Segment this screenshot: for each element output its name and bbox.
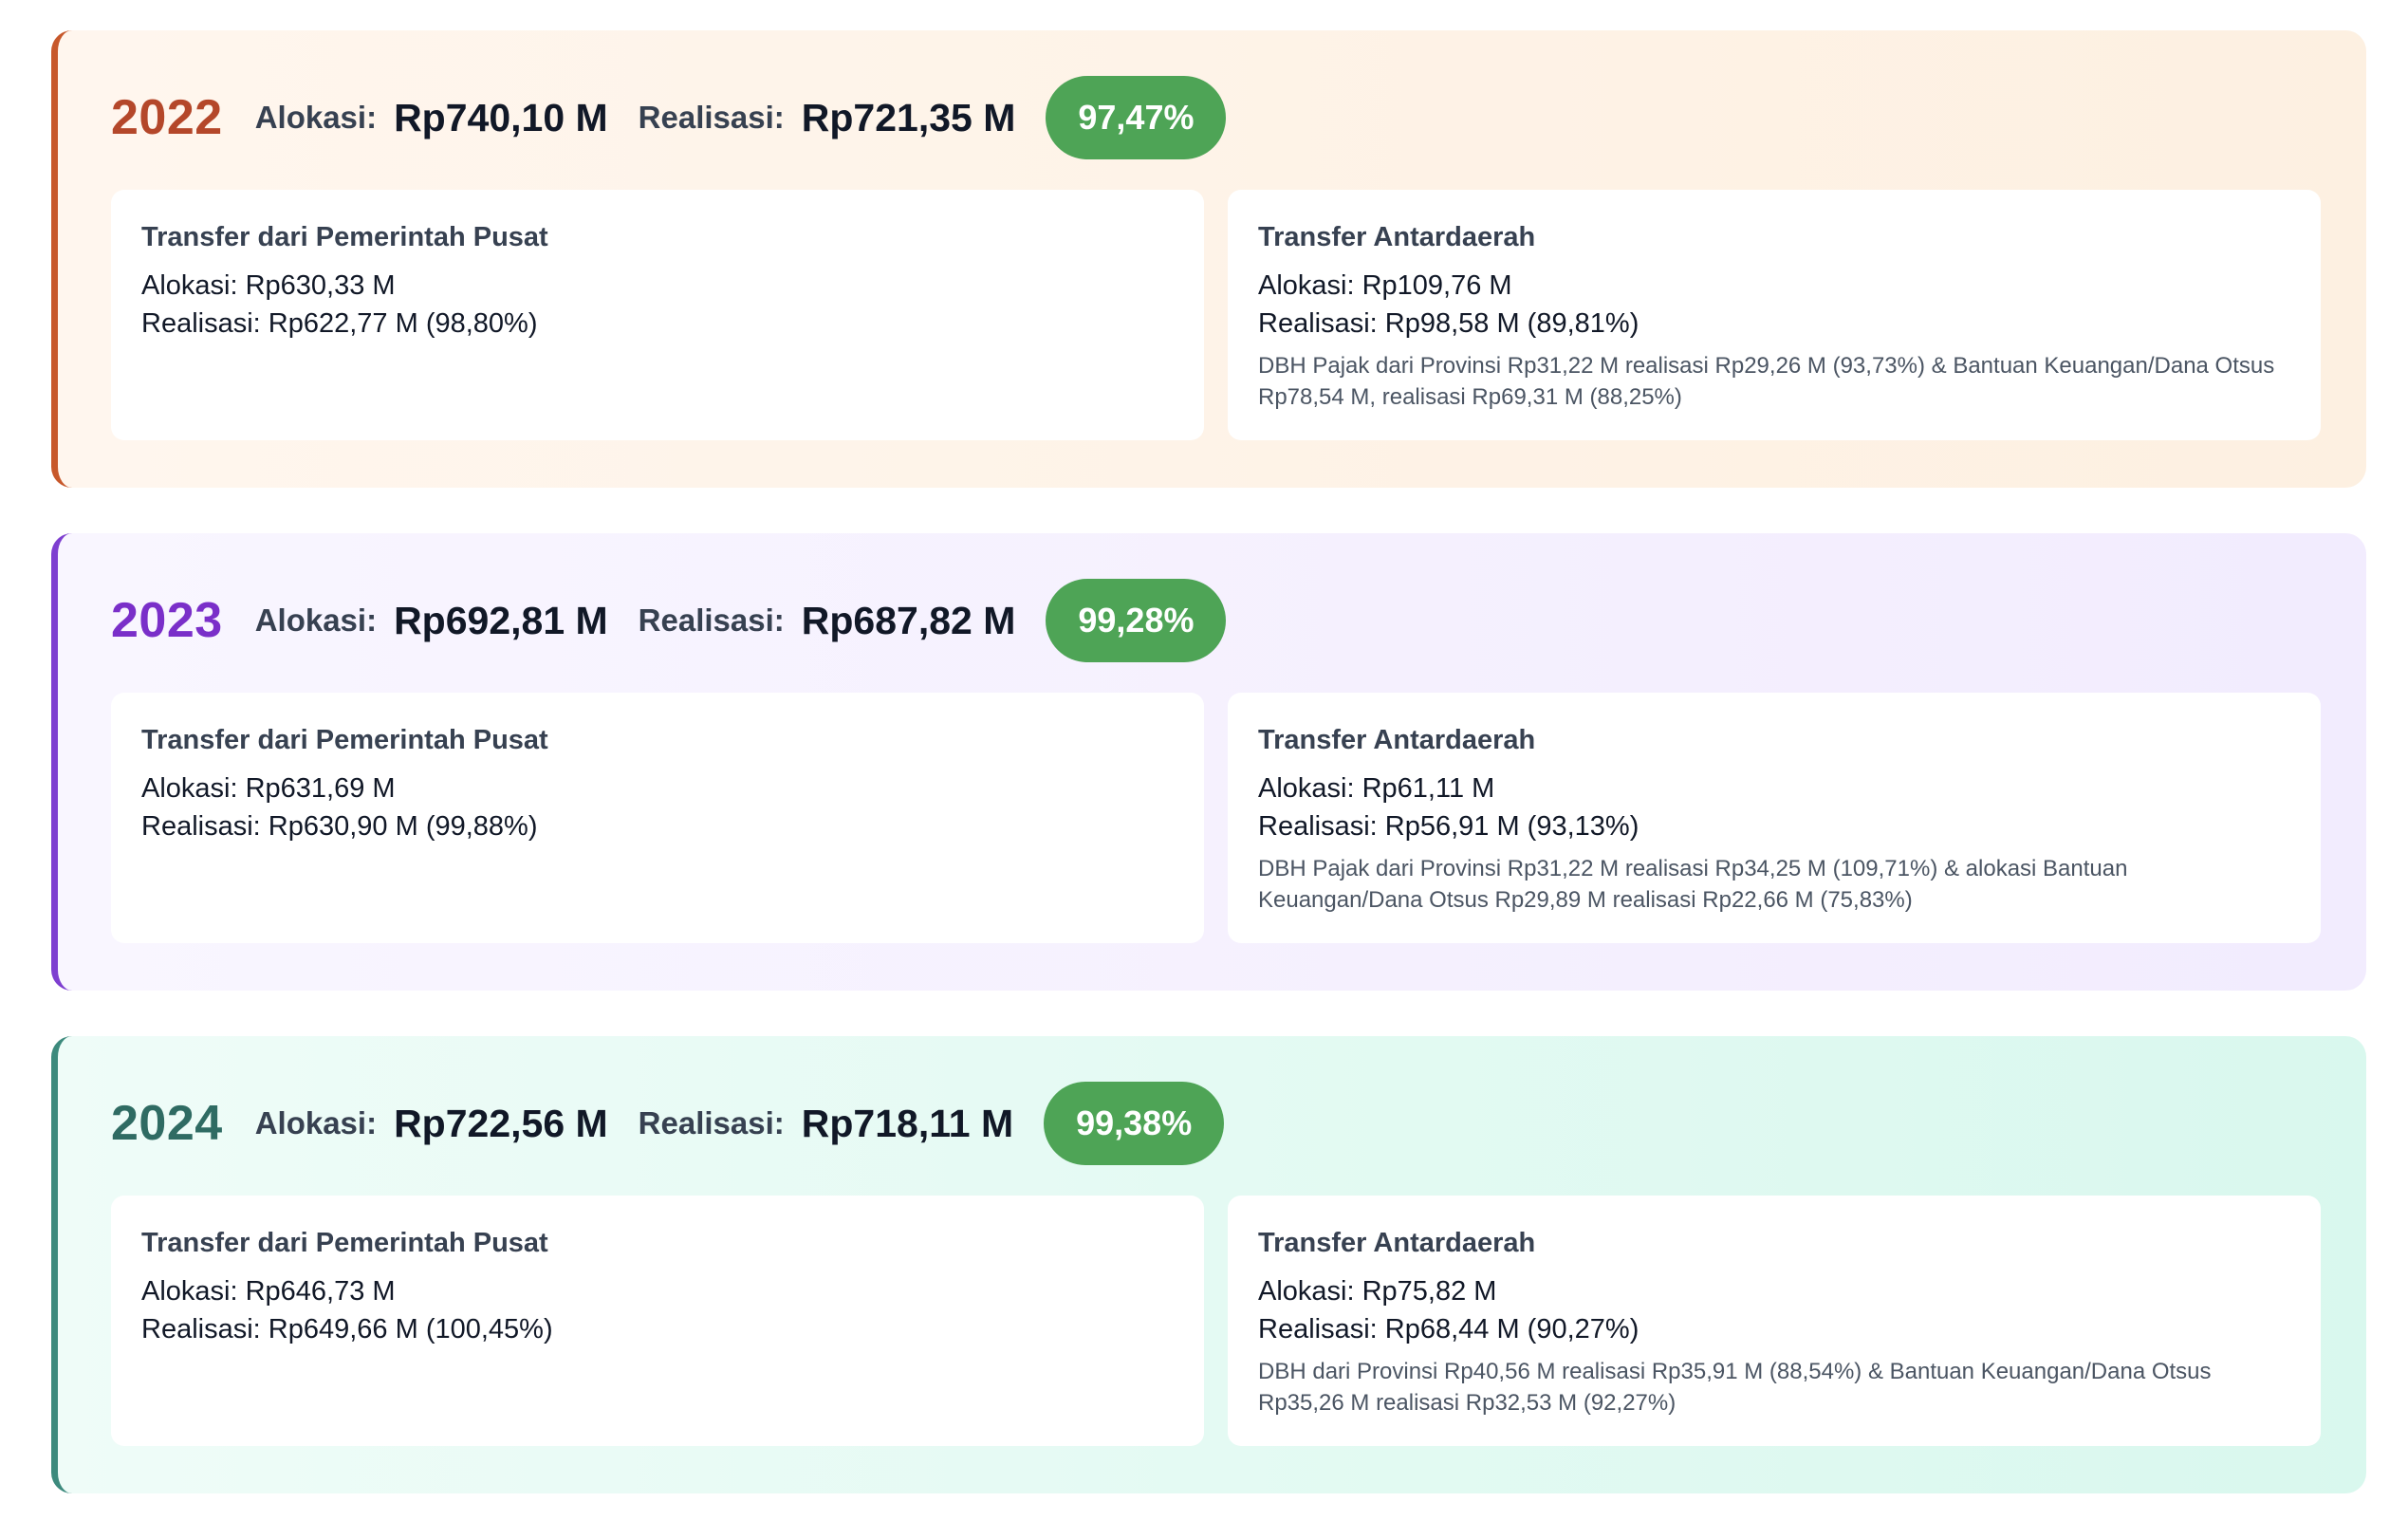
panel-alokasi: Alokasi: Rp61,11 M xyxy=(1258,773,1495,804)
panel-alokasi: Alokasi: Rp75,82 M xyxy=(1258,1276,1497,1307)
transfer-panels: Transfer dari Pemerintah Pusat Alokasi: … xyxy=(111,693,2321,943)
year-label: 2022 xyxy=(111,90,223,145)
transfer-pusat-panel: Transfer dari Pemerintah Pusat Alokasi: … xyxy=(111,693,1204,943)
panel-realisasi: Realisasi: Rp630,90 M (99,88%) xyxy=(141,811,538,842)
alokasi-label: Alokasi: xyxy=(254,603,378,638)
alokasi-value: Rp722,56 M xyxy=(394,1101,608,1145)
panel-note: DBH Pajak dari Provinsi Rp31,22 M realis… xyxy=(1258,353,2275,410)
year-header: 2024 Alokasi: Rp722,56 M Realisasi: Rp71… xyxy=(111,1082,2321,1165)
year-cards-list: 2022 Alokasi: Rp740,10 M Realisasi: Rp72… xyxy=(51,30,2366,1539)
panel-alokasi: Alokasi: Rp646,73 M xyxy=(141,1276,396,1307)
transfer-panels: Transfer dari Pemerintah Pusat Alokasi: … xyxy=(111,1196,2321,1446)
panel-title: Transfer Antardaerah xyxy=(1258,222,1536,252)
transfer-pusat-panel: Transfer dari Pemerintah Pusat Alokasi: … xyxy=(111,190,1204,440)
alokasi-value: Rp692,81 M xyxy=(394,598,608,642)
transfer-panels: Transfer dari Pemerintah Pusat Alokasi: … xyxy=(111,190,2321,440)
panel-alokasi: Alokasi: Rp631,69 M xyxy=(141,773,396,804)
panel-alokasi: Alokasi: Rp630,33 M xyxy=(141,270,396,301)
panel-realisasi: Realisasi: Rp68,44 M (90,27%) xyxy=(1258,1314,1639,1344)
percentage-badge: 99,38% xyxy=(1044,1082,1225,1165)
year-card-2022: 2022 Alokasi: Rp740,10 M Realisasi: Rp72… xyxy=(51,30,2366,488)
percentage-badge: 99,28% xyxy=(1046,579,1227,662)
realisasi-value: Rp687,82 M xyxy=(801,598,1016,642)
panel-note: DBH dari Provinsi Rp40,56 M realisasi Rp… xyxy=(1258,1359,2212,1416)
alokasi-label: Alokasi: xyxy=(254,100,378,135)
panel-realisasi: Realisasi: Rp98,58 M (89,81%) xyxy=(1258,308,1639,339)
percentage-badge: 97,47% xyxy=(1046,76,1227,159)
panel-title: Transfer Antardaerah xyxy=(1258,725,1536,755)
panel-title: Transfer Antardaerah xyxy=(1258,1228,1536,1258)
transfer-antardaerah-panel: Transfer Antardaerah Alokasi: Rp75,82 M … xyxy=(1228,1196,2321,1446)
panel-realisasi: Realisasi: Rp56,91 M (93,13%) xyxy=(1258,811,1639,842)
panel-realisasi: Realisasi: Rp649,66 M (100,45%) xyxy=(141,1314,553,1344)
year-card-2023: 2023 Alokasi: Rp692,81 M Realisasi: Rp68… xyxy=(51,533,2366,991)
year-header: 2022 Alokasi: Rp740,10 M Realisasi: Rp72… xyxy=(111,76,2321,159)
realisasi-value: Rp718,11 M xyxy=(801,1101,1014,1145)
realisasi-label: Realisasi: xyxy=(638,603,785,638)
year-label: 2023 xyxy=(111,593,223,648)
year-card-2024: 2024 Alokasi: Rp722,56 M Realisasi: Rp71… xyxy=(51,1036,2366,1493)
transfer-antardaerah-panel: Transfer Antardaerah Alokasi: Rp109,76 M… xyxy=(1228,190,2321,440)
panel-alokasi: Alokasi: Rp109,76 M xyxy=(1258,270,1512,301)
realisasi-value: Rp721,35 M xyxy=(801,95,1016,139)
alokasi-value: Rp740,10 M xyxy=(394,95,608,139)
panel-title: Transfer dari Pemerintah Pusat xyxy=(141,725,548,755)
realisasi-label: Realisasi: xyxy=(638,100,785,135)
transfer-pusat-panel: Transfer dari Pemerintah Pusat Alokasi: … xyxy=(111,1196,1204,1446)
year-header: 2023 Alokasi: Rp692,81 M Realisasi: Rp68… xyxy=(111,579,2321,662)
realisasi-label: Realisasi: xyxy=(638,1105,785,1140)
alokasi-label: Alokasi: xyxy=(254,1105,378,1140)
panel-title: Transfer dari Pemerintah Pusat xyxy=(141,1228,548,1258)
panel-realisasi: Realisasi: Rp622,77 M (98,80%) xyxy=(141,308,538,339)
transfer-antardaerah-panel: Transfer Antardaerah Alokasi: Rp61,11 M … xyxy=(1228,693,2321,943)
year-label: 2024 xyxy=(111,1096,223,1151)
panel-note: DBH Pajak dari Provinsi Rp31,22 M realis… xyxy=(1258,856,2128,913)
panel-title: Transfer dari Pemerintah Pusat xyxy=(141,222,548,252)
